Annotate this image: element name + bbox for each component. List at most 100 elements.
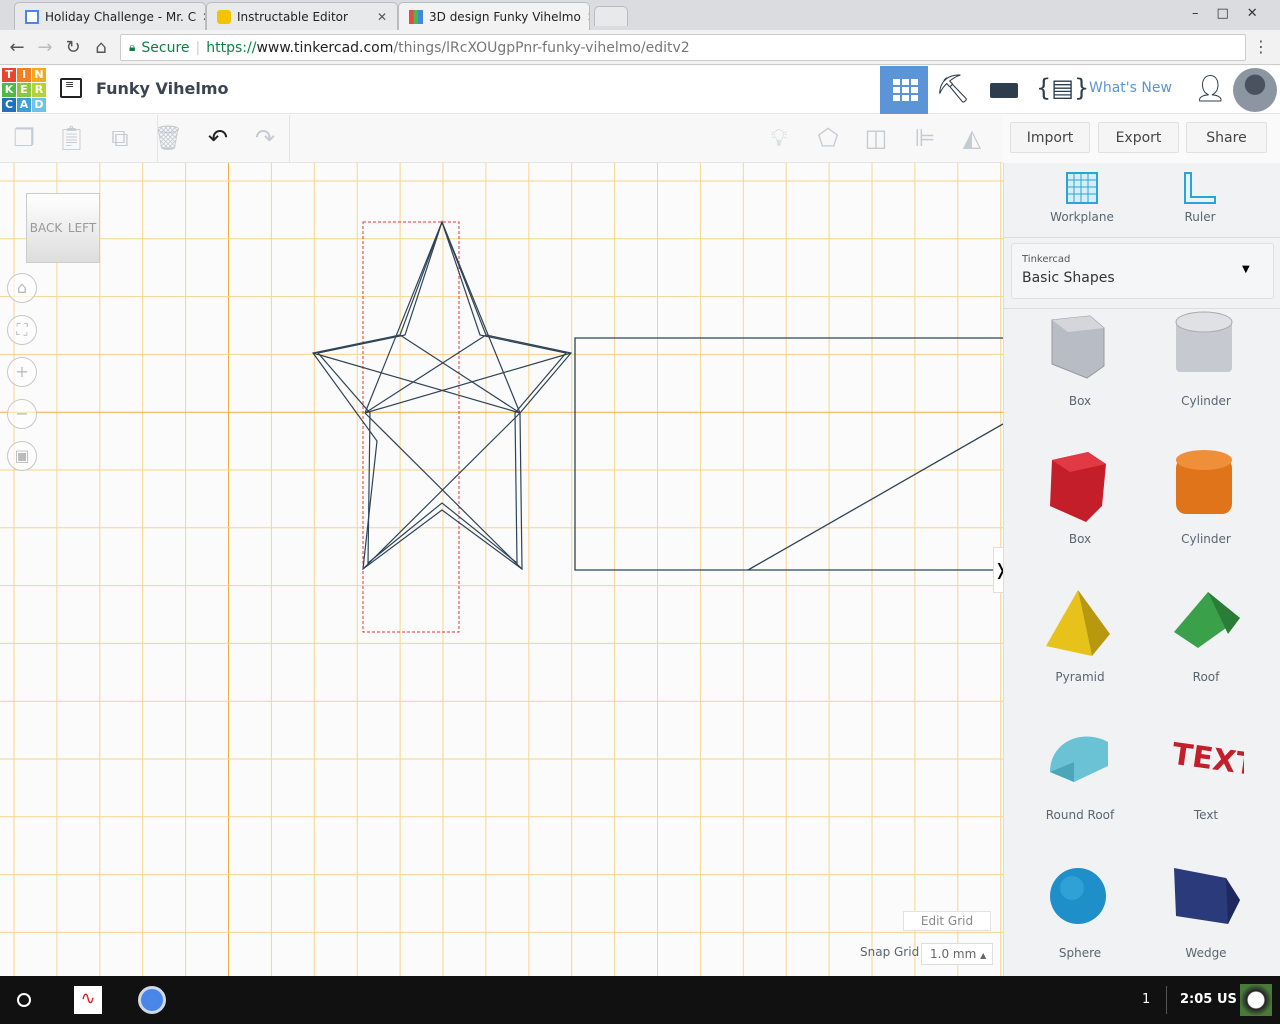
os-taskbar: ∿ 1 2:05 US bbox=[0, 976, 1280, 1024]
shape-item-box[interactable]: Box bbox=[1017, 308, 1143, 446]
shape-item-pyramid[interactable]: Pyramid bbox=[1017, 584, 1143, 722]
shape-label: Box bbox=[1068, 532, 1092, 546]
snap-grid-select[interactable]: 1.0 mm ▲ bbox=[921, 943, 993, 965]
bricks-icon[interactable] bbox=[990, 83, 1018, 98]
design-list-icon[interactable]: ≡ bbox=[60, 78, 82, 98]
shape-library-dropdown[interactable]: Tinkercad Basic Shapes ▼ bbox=[1011, 243, 1274, 299]
tab-holiday-challenge[interactable]: Holiday Challenge - Mr. C✕ bbox=[14, 2, 206, 30]
import-button[interactable]: Import bbox=[1010, 122, 1090, 153]
workplane-canvas[interactable]: BACK LEFT ⌂ ⛶ + − ▣ Edit Grid Snap Grid 1… bbox=[0, 163, 1003, 976]
logo-letter: N bbox=[32, 68, 46, 82]
ruler-icon bbox=[1184, 172, 1216, 204]
workplane-icon bbox=[1066, 172, 1098, 204]
align-icon[interactable]: ⊫ bbox=[910, 123, 940, 153]
collapse-panel-button[interactable]: ❭ bbox=[993, 547, 1003, 593]
workplane-tool[interactable]: Workplane bbox=[1044, 171, 1120, 224]
design-title[interactable]: Funky Vihelmo bbox=[96, 79, 229, 98]
new-tab-button[interactable] bbox=[594, 6, 628, 26]
shape-label: Box bbox=[1068, 394, 1092, 408]
design-objects[interactable] bbox=[0, 163, 1003, 976]
input-locale[interactable]: US bbox=[1217, 992, 1237, 1007]
logo-letter: E bbox=[17, 83, 31, 97]
lightbulb-icon[interactable]: 💡︎ bbox=[764, 123, 794, 153]
browser-tab-bar: Holiday Challenge - Mr. C✕ Instructable … bbox=[0, 0, 1280, 30]
url-bar[interactable]: 🔒︎ Secure | https://www.tinkercad.com/th… bbox=[120, 34, 1246, 61]
close-tab-icon[interactable]: ✕ bbox=[377, 10, 387, 24]
selection-box bbox=[362, 221, 460, 633]
box-red-icon bbox=[1050, 452, 1106, 522]
logo-letter: C bbox=[2, 98, 16, 112]
tinkercad-icon bbox=[409, 9, 423, 24]
logo-letter: K bbox=[2, 83, 16, 97]
wedge-icon bbox=[1174, 868, 1240, 924]
lock-icon: 🔒︎ bbox=[129, 40, 136, 54]
whats-new-link[interactable]: What's New bbox=[1089, 80, 1172, 96]
duplicate-icon[interactable]: ⧉ bbox=[105, 123, 135, 153]
shapes-panel: Workplane Ruler Tinkercad Basic Shapes ▼… bbox=[1003, 163, 1280, 976]
3d-view-button[interactable] bbox=[880, 66, 928, 114]
logo-letter: I bbox=[17, 68, 31, 82]
export-button[interactable]: Export bbox=[1098, 122, 1179, 153]
ortho-view-icon[interactable]: ▣ bbox=[7, 441, 37, 471]
clock[interactable]: 2:05 bbox=[1180, 992, 1212, 1007]
forward-icon[interactable]: → bbox=[34, 37, 56, 58]
mirror-icon[interactable]: ◭ bbox=[957, 123, 987, 153]
cylinder-hole-icon bbox=[1175, 311, 1233, 372]
cylinder-orange-icon bbox=[1176, 450, 1232, 514]
launcher-icon[interactable] bbox=[17, 993, 31, 1007]
notification-count[interactable]: 1 bbox=[1142, 992, 1150, 1007]
close-tab-icon[interactable]: ✕ bbox=[587, 10, 589, 24]
reload-icon[interactable]: ↻ bbox=[62, 37, 84, 58]
instructables-robot-icon bbox=[217, 9, 231, 24]
svg-text:TEXT: TEXT bbox=[1170, 737, 1244, 784]
chrome-icon[interactable] bbox=[138, 986, 166, 1014]
secure-label: Secure bbox=[141, 39, 190, 56]
user-avatar[interactable] bbox=[1240, 984, 1272, 1016]
zoom-out-icon[interactable]: − bbox=[7, 399, 37, 429]
shape-label: Text bbox=[1193, 808, 1219, 822]
logo-letter: R bbox=[32, 83, 46, 97]
back-icon[interactable]: ← bbox=[6, 37, 28, 58]
round-roof-icon bbox=[1050, 736, 1108, 782]
graph-app-icon[interactable]: ∿ bbox=[74, 986, 102, 1014]
home-view-icon[interactable]: ⌂ bbox=[7, 273, 37, 303]
paste-icon[interactable]: 📋︎ bbox=[56, 123, 86, 153]
shape-item-round-roof[interactable]: Round Roof bbox=[1017, 722, 1143, 860]
copy-icon[interactable]: ❐ bbox=[9, 123, 39, 153]
text-icon: TEXT bbox=[1170, 737, 1244, 784]
group-icon[interactable]: ⬠ bbox=[813, 123, 843, 153]
home-icon[interactable]: ⌂ bbox=[90, 37, 112, 58]
snap-grid-label: Snap Grid bbox=[860, 945, 920, 959]
shape-label: Cylinder bbox=[1181, 532, 1231, 546]
view-cube[interactable]: BACK LEFT bbox=[26, 193, 100, 263]
star-shape bbox=[311, 220, 573, 571]
shape-item-text[interactable]: TEXT Text bbox=[1143, 722, 1269, 860]
shape-label: Round Roof bbox=[1045, 808, 1115, 822]
fit-view-icon[interactable]: ⛶ bbox=[7, 315, 37, 345]
add-user-icon[interactable]: 👤︎ bbox=[1194, 74, 1227, 104]
shape-item-box[interactable]: Box bbox=[1017, 446, 1143, 584]
zoom-in-icon[interactable]: + bbox=[7, 357, 37, 387]
codeblocks-icon[interactable]: {▤} bbox=[1036, 74, 1089, 102]
logo-letter: A bbox=[17, 98, 31, 112]
shape-item-cylinder[interactable]: Cylinder bbox=[1143, 446, 1269, 584]
docs-icon bbox=[25, 9, 39, 24]
tab-3d-design[interactable]: 3D design Funky Vihelmo✕ bbox=[398, 2, 590, 30]
ruler-tool[interactable]: Ruler bbox=[1170, 171, 1230, 224]
share-button[interactable]: Share bbox=[1186, 122, 1267, 153]
shape-label: Roof bbox=[1192, 670, 1220, 684]
undo-icon[interactable]: ↶ bbox=[203, 123, 233, 153]
shape-item-cylinder[interactable]: Cylinder bbox=[1143, 308, 1269, 446]
box-hole-icon bbox=[1051, 315, 1105, 379]
tab-instructable-editor[interactable]: Instructable Editor ✕ bbox=[206, 2, 398, 30]
shape-item-roof[interactable]: Roof bbox=[1143, 584, 1269, 722]
pickaxe-icon[interactable]: ⛏ bbox=[928, 72, 978, 105]
edit-grid-button[interactable]: Edit Grid bbox=[903, 911, 991, 931]
menu-icon[interactable]: ⋮ bbox=[1250, 37, 1272, 56]
tinkercad-logo[interactable]: TIN KER CAD bbox=[2, 68, 46, 112]
window-controls[interactable]: –□✕ bbox=[1192, 6, 1276, 21]
logo-letter: D bbox=[32, 98, 46, 112]
avatar[interactable] bbox=[1233, 68, 1277, 112]
ungroup-icon[interactable]: ◫ bbox=[861, 123, 891, 153]
redo-icon[interactable]: ↷ bbox=[250, 123, 280, 153]
